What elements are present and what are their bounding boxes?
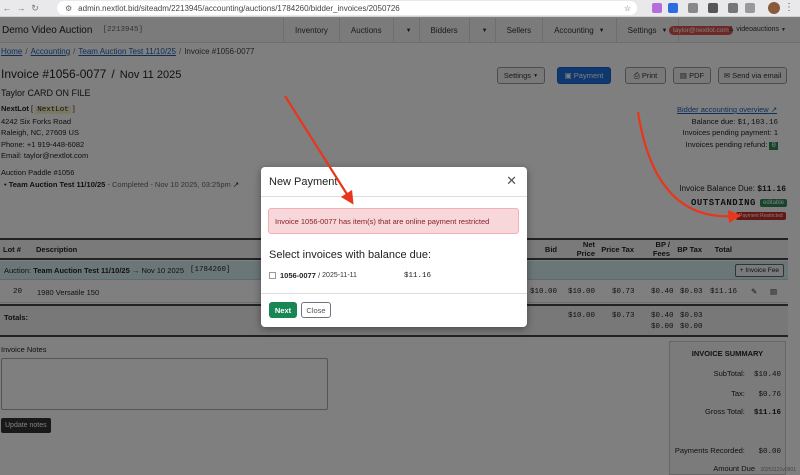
bookmark-star-icon[interactable]: ☆ bbox=[624, 4, 631, 13]
sidebar-icon[interactable] bbox=[745, 3, 755, 13]
forward-icon[interactable]: → bbox=[14, 3, 28, 13]
browser-menu-icon[interactable]: ⋮ bbox=[784, 2, 794, 13]
invoice-option[interactable]: 1056-0077 / 2025-11-11 $11.16 bbox=[269, 271, 431, 280]
close-button[interactable]: Close bbox=[301, 302, 331, 318]
restricted-alert: Invoice 1056-0077 has item(s) that are o… bbox=[268, 208, 519, 234]
puzzle-icon[interactable] bbox=[708, 3, 718, 13]
next-button[interactable]: Next bbox=[269, 302, 297, 318]
site-info-icon[interactable]: ⚙ bbox=[65, 4, 72, 13]
browser-toolbar: ← → ↻ ⚙ admin.nextlot.bid/siteadm/221394… bbox=[0, 0, 800, 17]
divider bbox=[261, 196, 527, 197]
reload-icon[interactable]: ↻ bbox=[28, 3, 42, 14]
new-payment-modal: New Payment ✕ Invoice 1056-0077 has item… bbox=[261, 167, 527, 327]
profile-avatar[interactable] bbox=[768, 2, 780, 14]
extension-icon[interactable] bbox=[728, 3, 738, 13]
modal-subtitle: Select invoices with balance due: bbox=[269, 249, 432, 261]
invoice-option-date: 2025-11-11 bbox=[322, 272, 357, 279]
invoice-option-amount: $11.16 bbox=[404, 271, 432, 280]
extension-icon[interactable] bbox=[688, 3, 698, 13]
extension-icon[interactable] bbox=[652, 3, 662, 13]
modal-title: New Payment bbox=[269, 176, 338, 188]
url-text: admin.nextlot.bid/siteadm/2213945/accoun… bbox=[78, 3, 400, 13]
extension-icon[interactable] bbox=[668, 3, 678, 13]
invoice-option-number: 1056-0077 bbox=[280, 271, 316, 280]
divider bbox=[261, 293, 527, 294]
back-icon[interactable]: ← bbox=[0, 3, 14, 13]
close-icon[interactable]: ✕ bbox=[506, 173, 517, 189]
address-bar[interactable]: ⚙ admin.nextlot.bid/siteadm/2213945/acco… bbox=[57, 1, 637, 15]
invoice-checkbox[interactable] bbox=[269, 272, 276, 279]
